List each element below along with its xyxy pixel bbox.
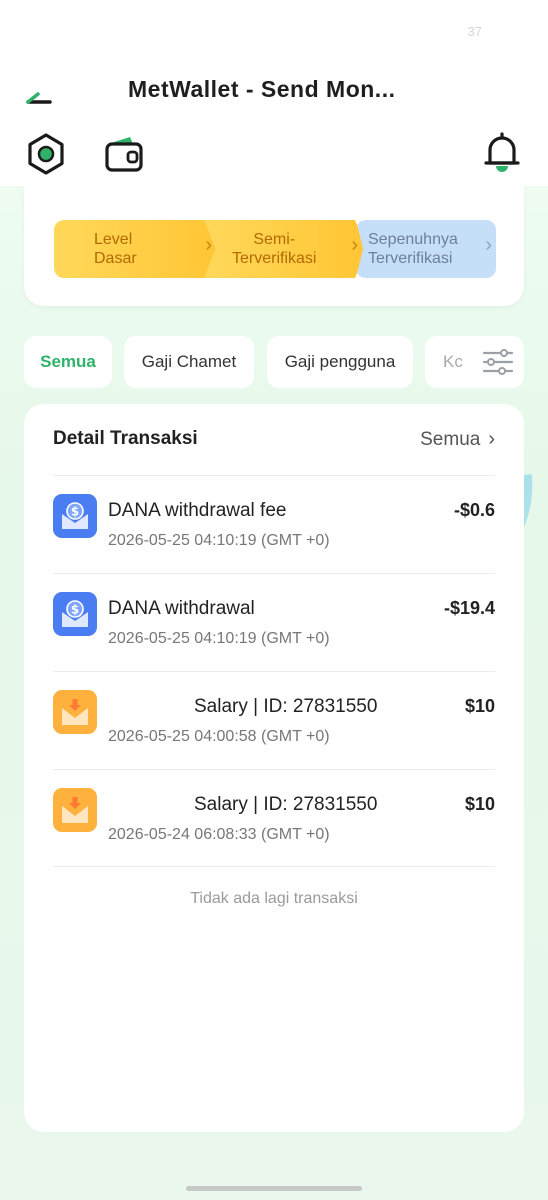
chevron-right-icon: › [488,428,495,450]
level-basic[interactable]: Level Dasar › [54,220,222,278]
salary-envelope-icon [53,690,97,734]
verification-levels-card: Level Dasar › Semi- Terverifikasi › Sepe… [24,186,524,306]
transaction-name: Salary | ID: 27831550 [194,794,378,815]
transaction-time: 2026-05-25 04:10:19 (GMT +0) [108,630,330,647]
transaction-time: 2026-05-24 06:08:33 (GMT +0) [108,826,330,843]
salary-envelope-icon [53,788,97,832]
transaction-name: DANA withdrawal fee [108,500,287,521]
back-arrow-icon[interactable] [22,74,54,106]
filter-tabs: Semua Gaji Chamet Gaji pengguna Kc [24,336,524,388]
level-semi-line1: Semi- [253,231,296,248]
svg-text:$: $ [71,603,79,617]
tab-partial-label: Kc [443,352,463,371]
page-title: MetWallet - Send Mon... [128,76,396,102]
transaction-time: 2026-05-25 04:10:19 (GMT +0) [108,532,330,549]
settings-hexagon-icon[interactable] [24,132,68,176]
status-number: 37 [467,24,482,39]
transaction-amount: $10 [464,794,495,814]
level-full-line1: Sepenuhnya [368,231,458,248]
transaction-amount: $10 [464,696,495,716]
dollar-envelope-icon: $ [53,592,97,636]
level-fully-verified[interactable]: Sepenuhnya Terverifikasi › [356,220,496,278]
chevron-right-icon: › [205,234,212,256]
tab-all[interactable]: Semua [24,336,112,388]
transaction-row[interactable]: $ DANA withdrawal fee 2026-05-25 04:10:1… [53,475,495,573]
top-bar: MetWallet - Send Mon... [0,60,548,120]
level-basic-line1: Level [94,231,133,248]
transaction-details-card: Detail Transaksi Semua › $ DANA withdraw… [24,404,524,1132]
transaction-amount: -$0.6 [453,500,495,520]
icon-bar [0,128,548,184]
transaction-title: Detail Transaksi [53,428,198,449]
no-more-transactions-text: Tidak ada lagi transaksi [190,890,358,907]
level-semi-line2: Terverifikasi [232,250,317,267]
level-basic-line2: Dasar [94,250,137,267]
filter-sliders-icon[interactable] [482,348,514,376]
transaction-name: DANA withdrawal [108,598,255,619]
level-semi-verified[interactable]: Semi- Terverifikasi › [204,220,368,278]
view-all-label: Semua [420,428,481,450]
home-indicator[interactable] [186,1186,362,1191]
view-all-link[interactable]: Semua › [420,428,495,451]
chevron-right-icon: › [351,234,358,256]
transaction-amount: -$19.4 [443,598,495,618]
wallet-icon[interactable] [102,132,146,176]
chevron-right-icon: › [485,234,492,256]
transaction-name: Salary | ID: 27831550 [194,696,378,717]
transaction-header: Detail Transaksi Semua › [53,426,495,454]
level-full-line2: Terverifikasi [368,250,453,267]
transaction-time: 2026-05-25 04:00:58 (GMT +0) [108,728,330,745]
transaction-row[interactable]: Salary | ID: 27831550 2026-05-24 06:08:3… [53,769,495,867]
svg-text:$: $ [71,505,79,519]
bell-icon[interactable] [480,130,524,174]
transaction-row[interactable]: $ DANA withdrawal 2026-05-25 04:10:19 (G… [53,573,495,671]
dollar-envelope-icon: $ [53,494,97,538]
transaction-list: $ DANA withdrawal fee 2026-05-25 04:10:1… [53,475,495,867]
transaction-row[interactable]: Salary | ID: 27831550 2026-05-25 04:00:5… [53,671,495,769]
tab-chamet-salary[interactable]: Gaji Chamet [124,336,254,388]
tab-user-salary[interactable]: Gaji pengguna [267,336,413,388]
